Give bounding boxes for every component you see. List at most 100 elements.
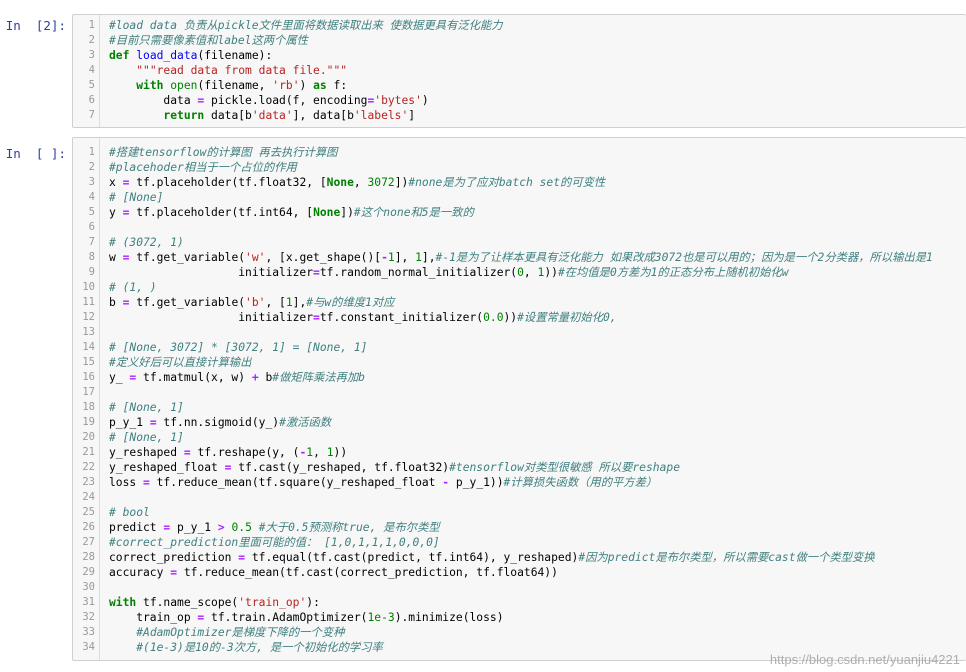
line-number: 12 bbox=[82, 311, 95, 323]
line-number: 28 bbox=[82, 551, 95, 563]
code-line: 28 correct_prediction = tf.equal(tf.cast(… bbox=[73, 550, 966, 565]
line-number: 20 bbox=[82, 431, 95, 443]
line-number: 6 bbox=[88, 221, 95, 233]
code-line: 24 bbox=[73, 490, 966, 505]
code-line: 16 y_ = tf.matmul(x, w) + b#做矩阵乘法再加b bbox=[73, 370, 966, 385]
line-number: 25 bbox=[82, 506, 95, 518]
code-line: 29 accuracy = tf.reduce_mean(tf.cast(corr… bbox=[73, 565, 966, 580]
code-lines: 1 #load data 负责从pickle文件里面将数据读取出来 使数据更具有泛… bbox=[73, 18, 966, 123]
line-number: 5 bbox=[88, 79, 95, 91]
code-text: predict = p_y_1 > 0.5 #大于0.5预测称true, 是布尔… bbox=[109, 521, 440, 534]
code-text: def load_data(filename): bbox=[109, 49, 273, 62]
code-line: 30 bbox=[73, 580, 966, 595]
line-number: 4 bbox=[88, 64, 95, 76]
line-number: 2 bbox=[88, 161, 95, 173]
code-line: 9 initializer=tf.random_normal_initializ… bbox=[73, 265, 966, 280]
code-line: 7 # (3072, 1) bbox=[73, 235, 966, 250]
code-line: 5 y = tf.placeholder(tf.int64, [None])#这个… bbox=[73, 205, 966, 220]
code-line: 33 #AdamOptimizer是梯度下降的一个变种 bbox=[73, 625, 966, 640]
code-line: 26 predict = p_y_1 > 0.5 #大于0.5预测称true, 是… bbox=[73, 520, 966, 535]
code-line: 19 p_y_1 = tf.nn.sigmoid(y_)#激活函数 bbox=[73, 415, 966, 430]
code-line: 1 #load data 负责从pickle文件里面将数据读取出来 使数据更具有泛… bbox=[73, 18, 966, 33]
code-editor[interactable]: 1 #load data 负责从pickle文件里面将数据读取出来 使数据更具有泛… bbox=[72, 14, 966, 128]
code-text: y = tf.placeholder(tf.int64, [None])#这个n… bbox=[109, 206, 474, 219]
code-text: #(1e-3)是10的-3次方, 是一个初始化的学习率 bbox=[136, 641, 383, 654]
line-number: 17 bbox=[82, 386, 95, 398]
code-line: 32 train_op = tf.train.AdamOptimizer(1e-… bbox=[73, 610, 966, 625]
line-number: 27 bbox=[82, 536, 95, 548]
cell-prompt: In [2]: bbox=[5, 18, 66, 33]
code-text: y_reshaped_float = tf.cast(y_reshaped, t… bbox=[109, 461, 680, 474]
code-line: 18 # [None, 1] bbox=[73, 400, 966, 415]
code-text: #correct_prediction里面可能的值： [1,0,1,1,1,0,… bbox=[109, 536, 440, 549]
code-text: b = tf.get_variable('b', [1],#与w的维度1对应 bbox=[109, 296, 395, 309]
code-text: y_ = tf.matmul(x, w) + b#做矩阵乘法再加b bbox=[109, 371, 365, 384]
code-line: 6 bbox=[73, 220, 966, 235]
line-number: 8 bbox=[88, 251, 95, 263]
code-line: 6 data = pickle.load(f, encoding='bytes'… bbox=[73, 93, 966, 108]
code-line: 12 initializer=tf.constant_initializer(0… bbox=[73, 310, 966, 325]
code-line: 5 with open(filename, 'rb') as f: bbox=[73, 78, 966, 93]
code-text: p_y_1 = tf.nn.sigmoid(y_)#激活函数 bbox=[109, 416, 332, 429]
code-cell-2[interactable]: In [ ]: 1 #搭建tensorflow的计算图 再去执行计算图 2 #plac… bbox=[0, 137, 966, 661]
code-text: initializer=tf.random_normal_initializer… bbox=[109, 266, 789, 279]
code-text: # [None] bbox=[109, 191, 164, 204]
code-text: #搭建tensorflow的计算图 再去执行计算图 bbox=[109, 146, 338, 159]
code-line: 13 bbox=[73, 325, 966, 340]
code-text: w = tf.get_variable('w', [x.get_shape()[… bbox=[109, 251, 933, 264]
line-number: 7 bbox=[88, 236, 95, 248]
line-number: 23 bbox=[82, 476, 95, 488]
code-text: # bool bbox=[109, 506, 150, 519]
code-line: 8 w = tf.get_variable('w', [x.get_shape()… bbox=[73, 250, 966, 265]
code-line: 25 # bool bbox=[73, 505, 966, 520]
line-number: 30 bbox=[82, 581, 95, 593]
code-lines: 1 #搭建tensorflow的计算图 再去执行计算图 2 #placehoder相当… bbox=[73, 145, 966, 655]
code-editor[interactable]: 1 #搭建tensorflow的计算图 再去执行计算图 2 #placehoder相当… bbox=[72, 137, 966, 661]
code-line: 15 #定义好后可以直接计算输出 bbox=[73, 355, 966, 370]
code-text: with tf.name_scope('train_op'): bbox=[109, 596, 320, 609]
code-line: 14 # [None, 3072] * [3072, 1] = [None, 1] bbox=[73, 340, 966, 355]
code-line: 4 """read data from data file.""" bbox=[73, 63, 966, 78]
code-line: 22 y_reshaped_float = tf.cast(y_reshaped,… bbox=[73, 460, 966, 475]
code-line: 23 loss = tf.reduce_mean(tf.square(y_resh… bbox=[73, 475, 966, 490]
line-number: 29 bbox=[82, 566, 95, 578]
code-text: initializer=tf.constant_initializer(0.0)… bbox=[109, 311, 617, 324]
line-number: 26 bbox=[82, 521, 95, 533]
code-line: 4 # [None] bbox=[73, 190, 966, 205]
code-text: #目前只需要像素值和label这两个属性 bbox=[109, 34, 308, 47]
code-text: # [None, 1] bbox=[109, 401, 184, 414]
code-text: return data[b'data'], data[b'labels'] bbox=[163, 109, 416, 122]
line-number: 22 bbox=[82, 461, 95, 473]
code-text: # [None, 3072] * [3072, 1] = [None, 1] bbox=[109, 341, 368, 354]
code-text: # [None, 1] bbox=[109, 431, 184, 444]
line-number: 7 bbox=[88, 109, 95, 121]
code-text: # (3072, 1) bbox=[109, 236, 184, 249]
code-line: 17 bbox=[73, 385, 966, 400]
code-line: 21 y_reshaped = tf.reshape(y, (-1, 1)) bbox=[73, 445, 966, 460]
line-number: 19 bbox=[82, 416, 95, 428]
line-number: 6 bbox=[88, 94, 95, 106]
cell-prompt: In [ ]: bbox=[5, 146, 66, 161]
code-text: #placehoder相当于一个占位的作用 bbox=[109, 161, 297, 174]
line-number: 15 bbox=[82, 356, 95, 368]
code-text: loss = tf.reduce_mean(tf.square(y_reshap… bbox=[109, 476, 658, 489]
code-line: 27 #correct_prediction里面可能的值： [1,0,1,1,1,… bbox=[73, 535, 966, 550]
line-number: 21 bbox=[82, 446, 95, 458]
line-number: 2 bbox=[88, 34, 95, 46]
code-cell-1[interactable]: In [2]: 1 #load data 负责从pickle文件里面将数据读取出来… bbox=[0, 14, 966, 128]
code-line: 10 # (1, ) bbox=[73, 280, 966, 295]
code-line: 3 x = tf.placeholder(tf.float32, [None, 3… bbox=[73, 175, 966, 190]
code-line: 20 # [None, 1] bbox=[73, 430, 966, 445]
code-line: 2 #目前只需要像素值和label这两个属性 bbox=[73, 33, 966, 48]
code-text: # (1, ) bbox=[109, 281, 157, 294]
code-line: 31 with tf.name_scope('train_op'): bbox=[73, 595, 966, 610]
line-number: 31 bbox=[82, 596, 95, 608]
line-number: 1 bbox=[88, 146, 95, 158]
code-text: with open(filename, 'rb') as f: bbox=[136, 79, 348, 92]
line-number: 11 bbox=[82, 296, 95, 308]
line-number: 18 bbox=[82, 401, 95, 413]
line-number: 10 bbox=[82, 281, 95, 293]
watermark: https://blog.csdn.net/yuanjiu4221 bbox=[769, 652, 960, 667]
line-number: 3 bbox=[88, 49, 95, 61]
code-text: data = pickle.load(f, encoding='bytes') bbox=[109, 94, 429, 107]
